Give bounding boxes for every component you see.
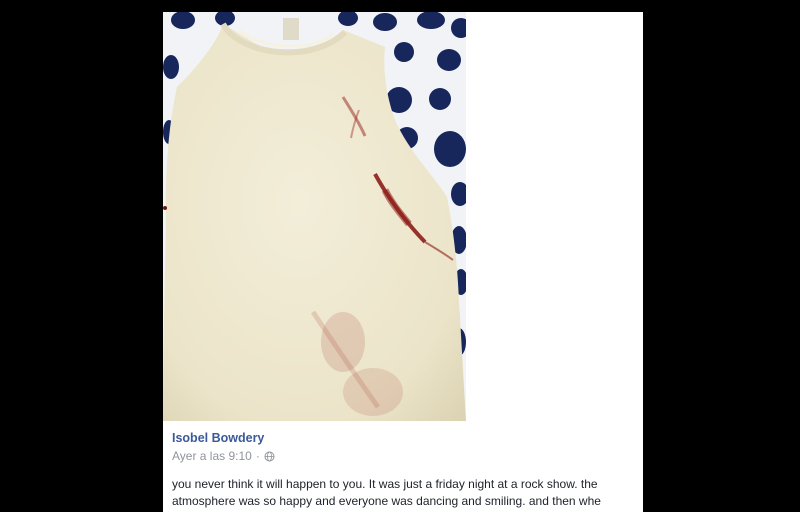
meta-separator: · [255, 449, 260, 463]
post-photo[interactable] [163, 12, 466, 421]
post-card: Isobel Bowdery Ayer a las 9:10 · you nev… [163, 12, 643, 512]
post-author-name[interactable]: Isobel Bowdery [172, 431, 264, 445]
post-text-line-2: atmosphere was so happy and everyone was… [172, 494, 601, 508]
post-text-line-1: you never think it will happen to you. I… [172, 477, 598, 491]
post-meta: Ayer a las 9:10 · [172, 449, 275, 463]
post-timestamp[interactable]: Ayer a las 9:10 [172, 449, 252, 463]
post-body-text: you never think it will happen to you. I… [172, 476, 634, 510]
post-photo-image [163, 12, 466, 421]
globe-icon[interactable] [264, 451, 275, 462]
